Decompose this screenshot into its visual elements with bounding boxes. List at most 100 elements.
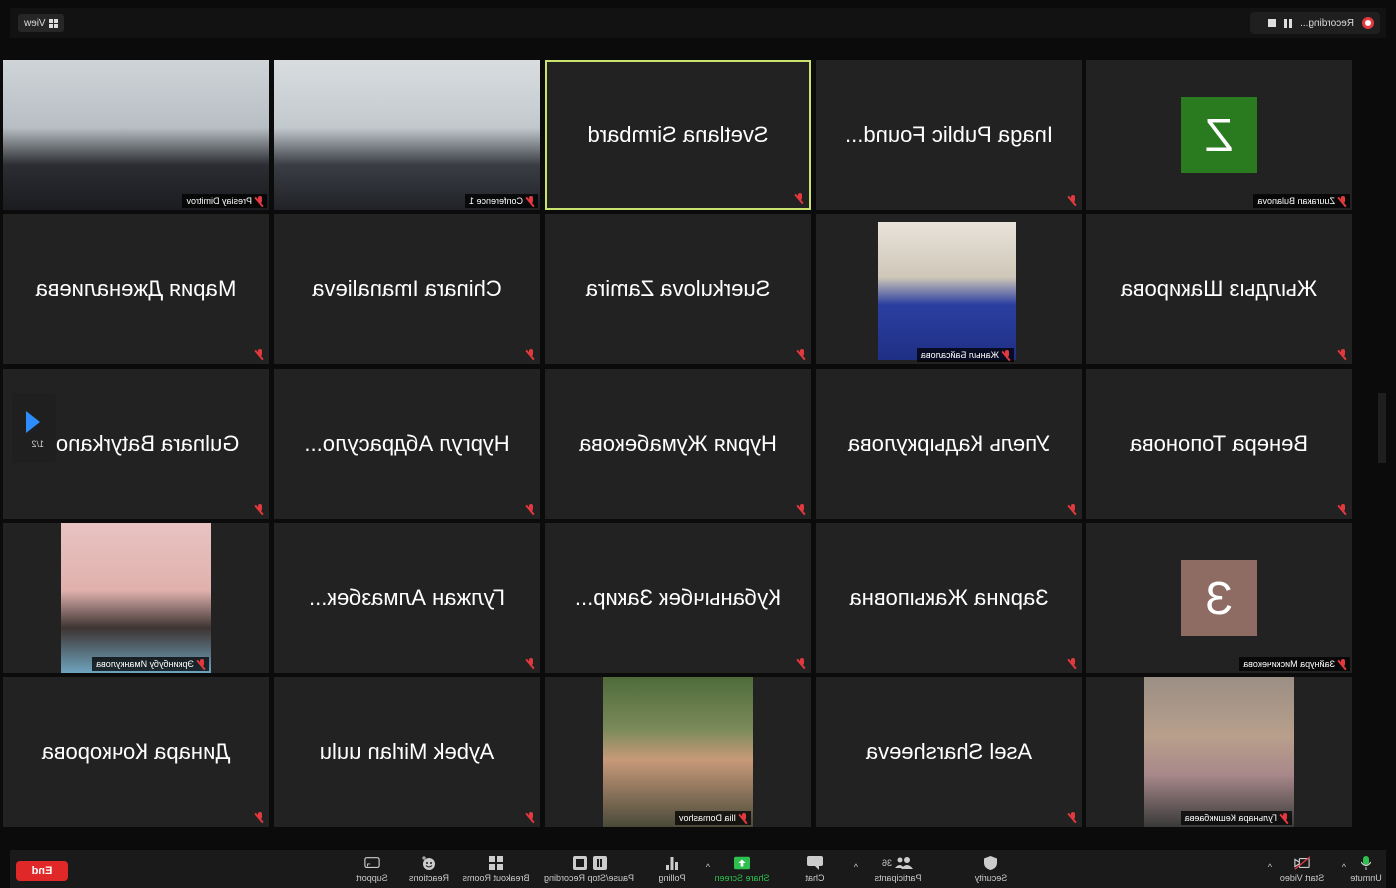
muted-mic-icon [1338, 349, 1348, 360]
muted-mic-icon [526, 658, 536, 669]
participant-tile[interactable]: Svetlana Sirmbard [545, 60, 811, 210]
participant-tile[interactable]: Нургул Абдрасуло... [274, 369, 540, 519]
participant-tile[interactable]: Динара Кочкорова [3, 677, 269, 827]
next-page-button[interactable]: 1/2 [12, 393, 56, 463]
view-label: View [24, 17, 46, 29]
participant-tile[interactable]: Жаныл Байсалова [816, 214, 1082, 364]
participant-tile[interactable]: Кубанычбек Закир... [545, 523, 811, 673]
participant-name: Зарина Жакыповна [849, 585, 1049, 610]
participant-tile[interactable]: Мария Дженалиева [3, 214, 269, 364]
security-button[interactable]: Security [966, 852, 1016, 886]
chat-button[interactable]: Chat [800, 852, 830, 886]
polling-button[interactable]: Polling [652, 852, 692, 886]
emoji-icon [421, 855, 437, 870]
muted-mic-icon [526, 812, 536, 823]
participant-tile[interactable]: З Зайнура Мискичекова [1086, 523, 1352, 673]
participant-name: Inaga Public Found... [845, 122, 1053, 147]
end-meeting-button[interactable]: End [16, 861, 68, 881]
unmute-label: Unmute [1350, 872, 1382, 883]
muted-mic-icon [795, 193, 805, 204]
participant-name: Svetlana Sirmbard [587, 122, 769, 147]
breakout-rooms-button[interactable]: Breakout Rooms [458, 852, 534, 886]
participant-name-tag: Эркинбубу Иманкулова [92, 657, 209, 671]
microphone-icon [1358, 855, 1374, 870]
start-video-button[interactable]: Start Video [1274, 852, 1330, 886]
audio-options-chevron-icon[interactable]: ^ [1342, 862, 1346, 872]
participant-tile[interactable]: Asel Sharsheeva [816, 677, 1082, 827]
participant-tile[interactable]: Inaga Public Found... [816, 60, 1082, 210]
chat-label: Chat [805, 872, 825, 883]
zoom-meeting-window: Recording... View Presiay Dimitrov Confer… [0, 0, 1396, 888]
participant-name-tag: Presiay Dimitrov [182, 194, 267, 208]
recording-icon [1362, 17, 1374, 29]
participant-label: Conference 1 [468, 196, 523, 206]
participants-icon: 36 [878, 856, 918, 870]
muted-mic-icon [1280, 813, 1290, 824]
participant-tile[interactable]: Упель Кадыркулова [816, 369, 1082, 519]
participant-name: Упель Кадыркулова [847, 431, 1051, 456]
video-options-chevron-icon[interactable]: ^ [1268, 862, 1272, 872]
share-screen-button[interactable]: Share Screen [710, 852, 774, 886]
participant-tile[interactable]: Эркинбубу Иманкулова [3, 523, 269, 673]
participant-name: Динара Кочкорова [41, 739, 231, 764]
muted-mic-icon [1068, 504, 1078, 515]
participant-name: Нургул Абдрасуло... [304, 431, 510, 456]
share-screen-icon [734, 856, 750, 870]
participant-tile[interactable]: Нурия Жумабекова [545, 369, 811, 519]
unmute-button[interactable]: Unmute [1346, 852, 1386, 886]
participant-name: Гулжан Алмазбек... [308, 585, 506, 610]
participant-video [274, 60, 540, 210]
muted-mic-icon [1068, 195, 1078, 206]
video-off-icon [1294, 855, 1310, 870]
participant-label: Ilia Domashov [678, 813, 736, 823]
recording-indicator[interactable]: Recording... [1250, 12, 1380, 34]
share-screen-label: Share Screen [714, 872, 770, 883]
chat-icon [807, 855, 823, 870]
participants-button[interactable]: 36 Participants [860, 852, 936, 886]
support-button[interactable]: Support [350, 852, 394, 886]
participant-name: Кубанычбек Закир... [574, 585, 782, 610]
participant-name-tag: Zuuraкan Bulanova [1253, 194, 1350, 208]
participant-label: Presiay Dimitrov [186, 196, 252, 206]
participant-tile[interactable]: Жылдыз Шакирова [1086, 214, 1352, 364]
participant-name-tag: Гульнара Кешикбаева [1180, 811, 1292, 825]
view-button[interactable]: View [18, 14, 65, 32]
share-options-chevron-icon[interactable]: ^ [706, 862, 710, 872]
participant-tile[interactable]: Suerkulova Zamira [545, 214, 811, 364]
participant-name: Asel Sharsheeva [865, 739, 1033, 764]
participants-chevron-icon[interactable]: ^ [854, 862, 858, 872]
participant-name: Мария Дженалиева [35, 276, 237, 301]
muted-mic-icon [526, 196, 536, 207]
prev-page-button[interactable] [1378, 393, 1386, 463]
top-bar: Recording... View [10, 8, 1386, 38]
muted-mic-icon [739, 813, 749, 824]
participant-name: Венера Топонова [1129, 431, 1309, 456]
participant-tile[interactable]: Chinara Imanalieva [274, 214, 540, 364]
reactions-button[interactable]: Reactions [404, 852, 454, 886]
participant-tile[interactable]: Aybek Mirlan uulu [274, 677, 540, 827]
stop-recording-icon[interactable] [1268, 19, 1277, 27]
participants-label: Participants [874, 872, 922, 883]
participant-tile[interactable]: Зарина Жакыповна [816, 523, 1082, 673]
pause-stop-recording-button[interactable]: Pause/Stop Recording [534, 852, 644, 886]
participant-name: Suerkulova Zamira [585, 276, 771, 301]
participant-tile[interactable]: Z Zuuraкan Bulanova [1086, 60, 1352, 210]
participant-label: Зайнура Мискичекова [1243, 659, 1335, 669]
participant-tile[interactable]: Ilia Domashov [545, 677, 811, 827]
muted-mic-icon [797, 658, 807, 669]
participant-name-tag: Ilia Domashov [674, 811, 751, 825]
participant-label: Жаныл Байсалова [920, 350, 999, 360]
participant-name: Chinara Imanalieva [312, 276, 502, 301]
participant-tile[interactable]: Гулжан Алмазбек... [274, 523, 540, 673]
support-icon [364, 856, 380, 870]
participant-tile[interactable]: Гульнара Кешикбаева [1086, 677, 1352, 827]
participant-tile[interactable]: Венера Топонова [1086, 369, 1352, 519]
participant-name-tag: Conference 1 [464, 194, 538, 208]
page-indicator: 1/2 [31, 439, 44, 449]
recording-label: Recording... [1300, 17, 1354, 29]
muted-mic-icon [1068, 812, 1078, 823]
participant-tile[interactable]: Presiay Dimitrov [3, 60, 269, 210]
pause-recording-icon[interactable] [1284, 18, 1293, 28]
participant-tile[interactable]: Conference 1 [274, 60, 540, 210]
avatar-initial: З [1181, 560, 1257, 636]
